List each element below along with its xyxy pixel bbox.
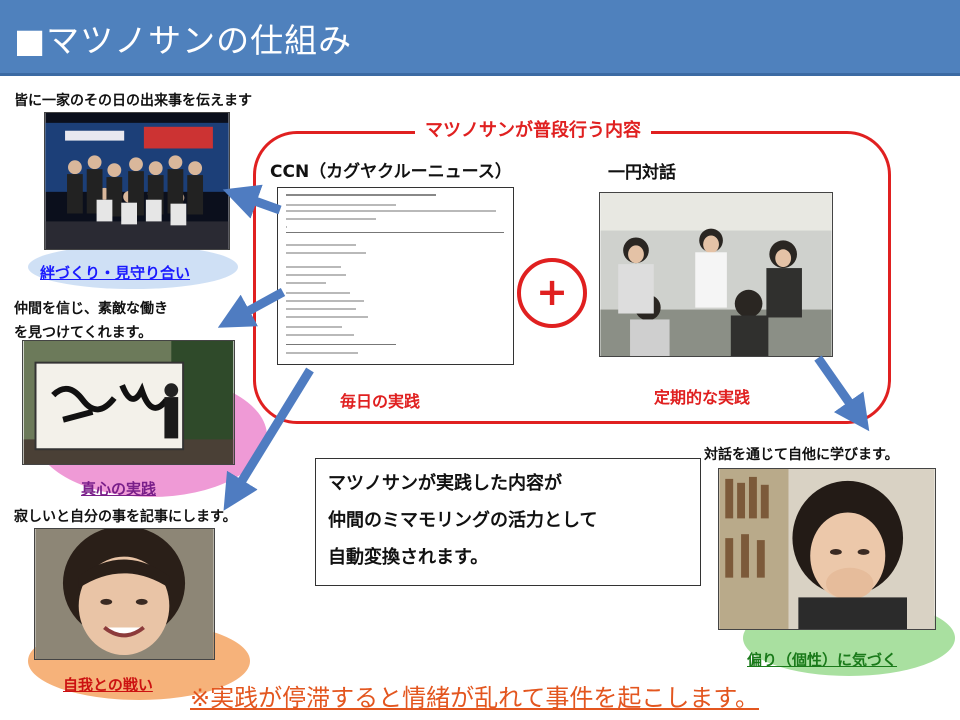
label-kizuna: 絆づくり・見守り合い [40,264,191,282]
taiwa-label: 一円対話 [608,163,676,183]
group-photo [44,112,230,250]
title-bar: ■マツノサンの仕組み [0,0,960,76]
caption-lonely: 寂しいと自分の事を記事にします。 [14,509,237,525]
caption-group: 皆に一家のその日の出来事を伝えます [14,93,252,109]
dialogue-circle-photo [599,192,833,357]
ccn-label: CCN（カグヤクルーニュース） [270,162,512,182]
smiling-woman-photo [34,528,215,660]
regular-practice-label: 定期的な実践 [654,388,751,407]
calligraphy-photo [22,340,235,465]
page-title: ■マツノサンの仕組み [14,21,353,60]
daily-practice-label: 毎日の実践 [340,392,421,411]
info-box: マツノサンが実践した内容が 仲間のミマモリングの活力として 自動変換されます。 [315,458,701,586]
info-line-2: 仲間のミマモリングの活力として [328,510,598,531]
frame-title: マツノサンが普段行う内容 [415,116,651,142]
email-screenshot [277,187,514,365]
caption-trust-line2: を見つけてくれます。 [14,325,153,341]
label-jiga: 自我との戦い [63,676,153,694]
label-magokoro: 真心の実践 [81,480,157,498]
thinking-woman-photo [718,468,936,630]
label-katayori: 偏り（個性）に気づく [747,651,898,669]
footer-note: ※実践が停滞すると情緒が乱れて事件を起こします。 [190,684,759,712]
plus-icon: + [517,258,587,328]
info-line-1: マツノサンが実践した内容が [328,473,562,494]
info-line-3: 自動変換されます。 [328,547,489,568]
caption-dialogue: 対話を通じて自他に学びます。 [704,447,899,463]
caption-trust-line1: 仲間を信じ、素敵な働き [14,301,168,317]
